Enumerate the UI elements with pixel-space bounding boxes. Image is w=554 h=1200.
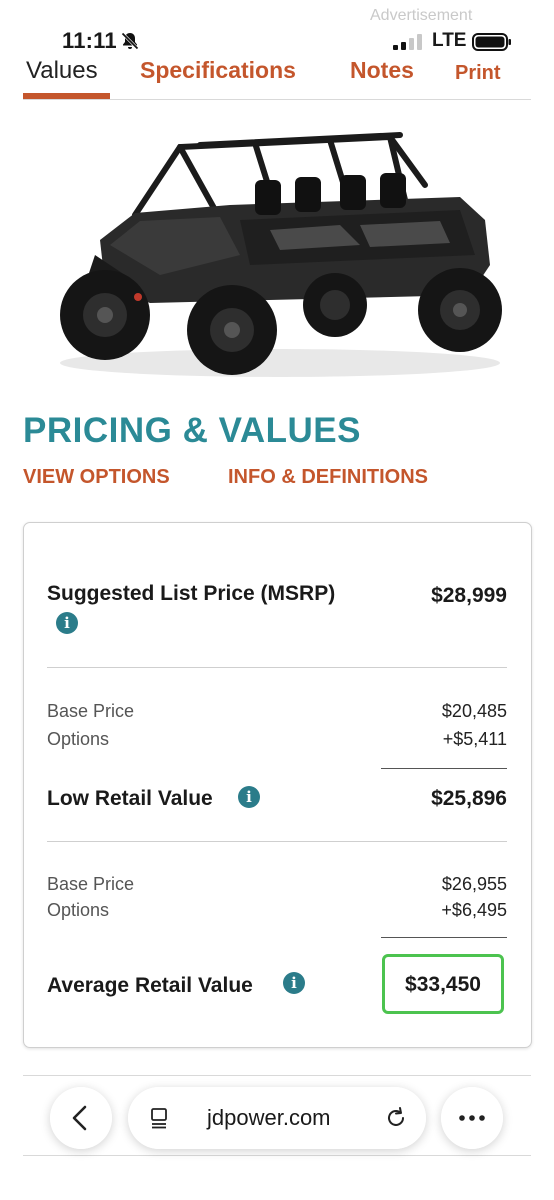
tab-specifications[interactable]: Specifications <box>140 57 296 84</box>
low-retail-value: $25,896 <box>431 787 507 810</box>
low-sum-divider <box>381 768 507 769</box>
low-base-price-value: $20,485 <box>441 701 507 721</box>
signal-strength-icon <box>393 34 422 50</box>
content-divider <box>23 1075 531 1076</box>
pricing-values-heading: PRICING & VALUES <box>23 411 361 450</box>
low-options-label: Options <box>47 729 110 749</box>
low-retail-divider <box>47 841 507 842</box>
msrp-info-icon[interactable]: i <box>56 612 78 634</box>
low-base-price-label: Base Price <box>47 701 135 721</box>
more-icon <box>459 1115 485 1121</box>
tabs-icon[interactable] <box>148 1106 172 1130</box>
carrier-label: LTE <box>432 30 467 51</box>
product-image <box>60 132 502 377</box>
avg-base-price-label: Base Price <box>47 874 135 894</box>
battery-icon <box>472 33 511 51</box>
tab-divider <box>23 99 531 100</box>
back-button[interactable] <box>50 1087 112 1149</box>
avg-base-price-value: $26,955 <box>441 874 507 894</box>
info-definitions-link[interactable]: INFO & DEFINITIONS <box>228 466 428 489</box>
avg-options-label: Options <box>47 900 110 920</box>
status-time: 11:11 <box>62 28 117 53</box>
average-retail-info-icon[interactable]: i <box>283 972 305 994</box>
bell-muted-icon <box>121 32 139 50</box>
tab-print[interactable]: Print <box>455 62 501 85</box>
msrp-value: $28,999 <box>431 584 507 607</box>
content-divider-bottom <box>23 1155 531 1156</box>
tab-notes[interactable]: Notes <box>350 57 414 84</box>
msrp-divider <box>47 667 507 668</box>
url-text[interactable]: jdpower.com <box>207 1105 331 1131</box>
view-options-link[interactable]: VIEW OPTIONS <box>23 466 170 489</box>
average-retail-label: Average Retail Value <box>47 974 253 997</box>
tab-values[interactable]: Values <box>26 57 98 85</box>
msrp-label: Suggested List Price (MSRP) <box>47 582 336 605</box>
back-arrow-icon <box>72 1105 87 1131</box>
average-retail-value: $33,450 <box>405 973 481 996</box>
low-retail-info-icon[interactable]: i <box>238 786 260 808</box>
avg-sum-divider <box>381 937 507 938</box>
reload-icon[interactable] <box>383 1105 409 1131</box>
avg-options-value: +$6,495 <box>441 900 507 920</box>
low-retail-label: Low Retail Value <box>47 787 213 810</box>
more-button[interactable] <box>441 1087 503 1149</box>
advertisement-label: Advertisement <box>370 7 473 24</box>
low-options-value: +$5,411 <box>442 729 507 749</box>
